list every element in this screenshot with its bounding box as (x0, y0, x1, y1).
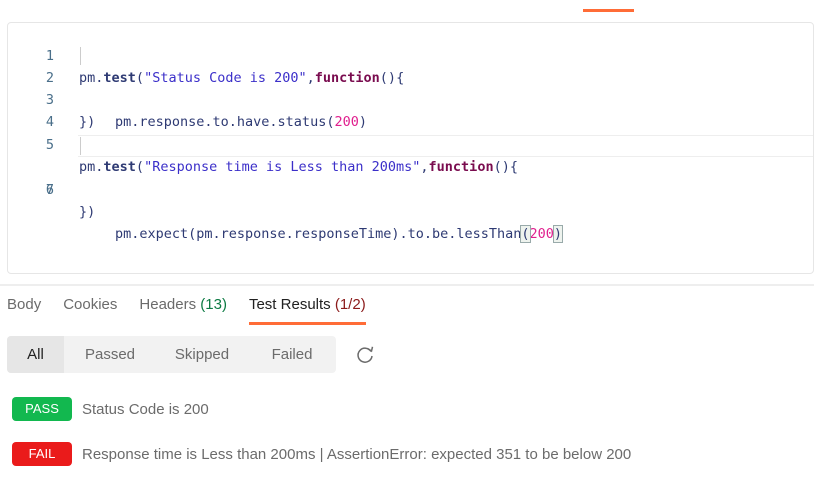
code-line-active: 6 pm.expect(pm.response.responseTime).to… (8, 135, 813, 243)
pane-divider[interactable] (0, 284, 814, 286)
refresh-icon[interactable] (354, 344, 376, 366)
test-result-row: PASS Status Code is 200 (12, 397, 209, 421)
headers-count: (13) (200, 296, 227, 313)
indent-guide (80, 47, 81, 65)
indent-guide (80, 137, 81, 155)
test-name-with-error: Response time is Less than 200ms | Asser… (82, 446, 631, 463)
tab-cookies[interactable]: Cookies (63, 296, 117, 326)
test-name: Response time is Less than 200ms (82, 445, 316, 463)
code-text: }) (79, 204, 96, 220)
active-tab-indicator (583, 9, 634, 12)
code-line: 5 pm.test("Response time is Less than 20… (8, 112, 813, 175)
test-name: Status Code is 200 (82, 400, 209, 418)
separator: | (319, 445, 324, 463)
test-result-filter: All Passed Skipped Failed (7, 336, 336, 373)
line-number: 7 (45, 182, 54, 198)
code-line: 1 pm.test("Status Code is 200",function(… (8, 23, 813, 86)
tab-body[interactable]: Body (7, 296, 41, 326)
filter-all-button[interactable]: All (7, 336, 64, 373)
filter-failed-button[interactable]: Failed (248, 336, 336, 373)
response-tabs: Body Cookies Headers (13) Test Results (… (7, 296, 388, 326)
code-line: 7 }) (8, 157, 813, 220)
tab-test-results[interactable]: Test Results (1/2) (248, 296, 366, 326)
filter-skipped-button[interactable]: Skipped (156, 336, 248, 373)
code-text: pm.expect(pm.response.responseTime).to.b… (115, 225, 564, 243)
filter-passed-button[interactable]: Passed (64, 336, 156, 373)
pass-badge: PASS (12, 397, 72, 421)
assertion-error: AssertionError: expected 351 to be below… (326, 445, 632, 463)
fail-badge: FAIL (12, 442, 72, 466)
test-script-editor[interactable]: 1 pm.test("Status Code is 200",function(… (7, 22, 814, 274)
test-results-count: (1/2) (334, 296, 366, 313)
code-line: 2 pm.response.to.have.status(200) (8, 45, 813, 130)
code-line: 3 }) (8, 67, 813, 130)
tab-headers[interactable]: Headers (13) (139, 296, 227, 326)
test-result-row: FAIL Response time is Less than 200ms | … (12, 442, 631, 466)
active-line-highlight (78, 135, 813, 157)
code-line: 4 (8, 89, 813, 130)
